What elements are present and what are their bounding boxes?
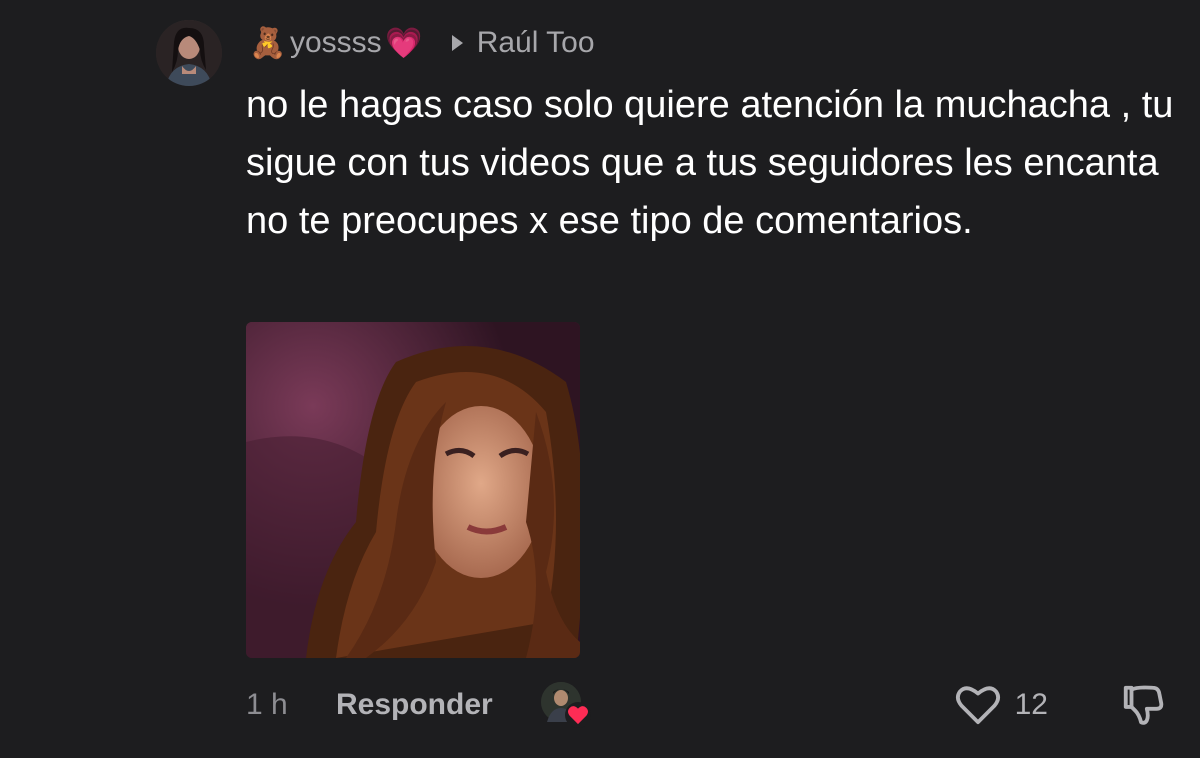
comment-text: no le hagas caso solo quiere atención la… xyxy=(246,84,1174,242)
thumbs-down-icon[interactable] xyxy=(1120,682,1166,728)
gif-image xyxy=(246,322,580,658)
comment-header: 🧸 yossss 💗 Raúl Too xyxy=(246,20,595,66)
heart-filled-icon xyxy=(564,702,591,728)
comment-actions: 12 xyxy=(955,680,1166,730)
pink-heart-emoji: 💗 xyxy=(385,26,423,60)
like-count: 12 xyxy=(1014,688,1048,721)
heart-outline-icon[interactable] xyxy=(955,684,1001,726)
commenter-username[interactable]: yossss xyxy=(290,26,382,60)
commenter-avatar-image xyxy=(156,20,222,86)
comment-timestamp: 1 h xyxy=(246,688,288,721)
teddy-bear-emoji: 🧸 xyxy=(249,26,287,60)
reply-button[interactable]: Responder xyxy=(336,688,493,722)
creator-liked-badge xyxy=(540,682,591,728)
comment-footer: 1 h Responder 12 xyxy=(246,680,1166,730)
triangle-right-icon xyxy=(451,35,463,51)
reply-to-username[interactable]: Raúl Too xyxy=(477,26,595,60)
commenter-avatar[interactable] xyxy=(156,20,222,86)
comment-gif[interactable] xyxy=(246,322,580,658)
